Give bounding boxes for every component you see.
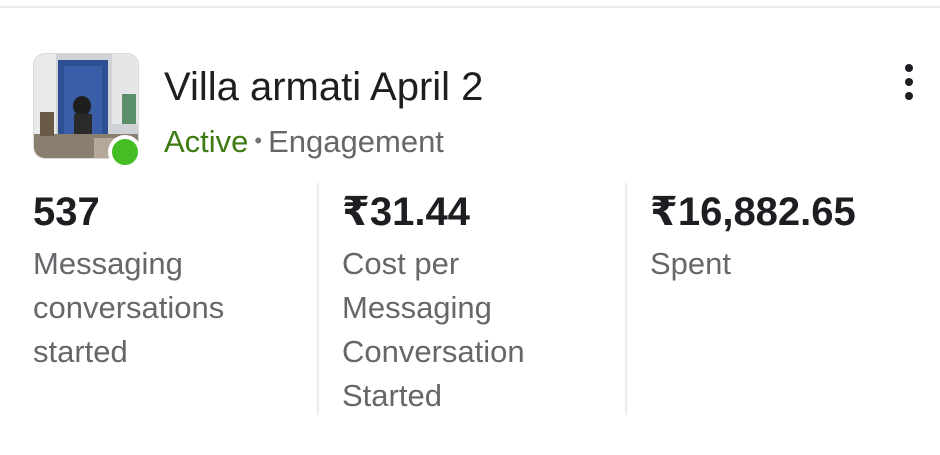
metric-label: Spent — [650, 242, 856, 286]
column-divider — [317, 183, 319, 415]
metric-label-line: Messaging — [342, 290, 492, 325]
metric-cost-per-conversation[interactable]: ₹31.44 Cost per Messaging Conversation S… — [342, 186, 525, 416]
metric-spent[interactable]: ₹16,882.65 Spent — [650, 186, 856, 416]
active-status-dot — [108, 135, 142, 169]
campaign-subline: Active • Engagement — [164, 124, 444, 160]
metric-value: 537 — [33, 190, 100, 234]
campaign-card[interactable]: Villa armati April 2 Active • Engagement 5… — [0, 8, 940, 455]
metric-label-line: Messaging — [33, 246, 183, 281]
metric-label-line: conversations — [33, 290, 225, 325]
metric-label-line: started — [33, 334, 128, 369]
metric-label-line: Started — [342, 378, 442, 413]
separator-dot: • — [254, 128, 263, 153]
metric-label-line: Conversation — [342, 334, 525, 369]
metric-label-line: Spent — [650, 246, 732, 281]
metric-value: ₹31.44 — [342, 190, 470, 234]
more-options-button[interactable] — [894, 60, 924, 104]
status-text: Active — [164, 124, 249, 159]
campaign-title[interactable]: Villa armati April 2 — [164, 65, 483, 110]
metric-label: Cost per Messaging Conversation Started — [342, 242, 525, 418]
metric-label: Messaging conversations started — [33, 242, 224, 374]
metric-value: ₹16,882.65 — [650, 190, 856, 234]
campaign-thumbnail[interactable] — [33, 53, 142, 169]
metric-label-line: Cost per — [342, 246, 460, 281]
objective-text: Engagement — [268, 124, 444, 159]
metric-messaging-conversations[interactable]: 537 Messaging conversations started — [33, 186, 224, 416]
column-divider — [625, 183, 627, 415]
more-vertical-icon — [905, 64, 913, 100]
